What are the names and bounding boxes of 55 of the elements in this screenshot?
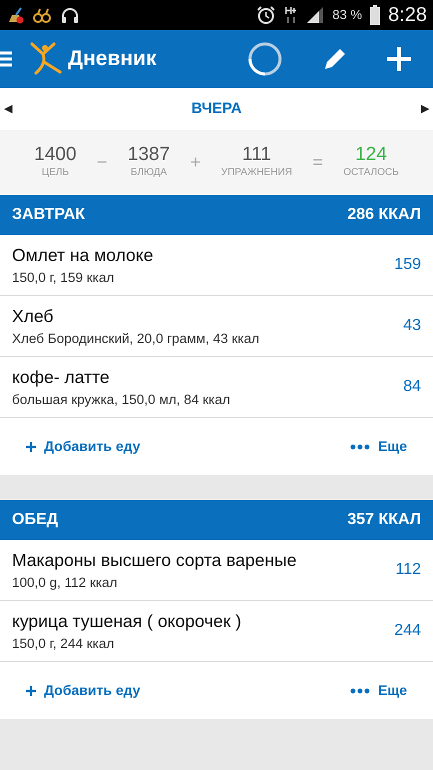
calorie-label: УПРАЖНЕНИЯ bbox=[221, 166, 292, 180]
food-name[interactable]: Хлеб bbox=[12, 302, 260, 329]
more-icon bbox=[350, 688, 370, 694]
calorie-label: БЛЮДА bbox=[130, 166, 167, 180]
food-name[interactable]: Макароны высшего сорта вареные bbox=[12, 546, 297, 573]
calorie-label: ОСТАЛОСЬ bbox=[343, 166, 399, 180]
meal-total: 286 ККАЛ bbox=[347, 205, 421, 225]
battery-icon bbox=[370, 5, 380, 25]
add-icon[interactable] bbox=[387, 47, 411, 71]
battery-percent: 83 % bbox=[332, 6, 362, 24]
add-food-button[interactable]: Добавить еду bbox=[44, 680, 140, 701]
food-calories: 244 bbox=[394, 621, 421, 641]
meal-title: ОБЕД bbox=[12, 510, 58, 530]
glasses-icon bbox=[32, 6, 52, 24]
food-name[interactable]: курица тушеная ( окорочек ) bbox=[12, 608, 242, 634]
food-detail: 150,0 г, 244 ккал bbox=[12, 635, 116, 653]
broom-icon bbox=[6, 6, 24, 24]
next-day-button[interactable]: ▶ bbox=[420, 100, 429, 118]
food-name[interactable]: Омлет на молоке bbox=[12, 242, 154, 268]
plus-icon bbox=[26, 686, 36, 696]
edit-icon[interactable] bbox=[323, 47, 347, 71]
more-icon bbox=[350, 444, 370, 450]
previous-day-button[interactable]: ◀ bbox=[4, 100, 12, 118]
app-title: Дневник bbox=[68, 46, 156, 72]
meal-total: 357 ККАЛ bbox=[347, 510, 421, 530]
food-calories: 112 bbox=[395, 560, 421, 580]
food-detail: Хлеб Бородинский, 20,0 грамм, 43 ккал bbox=[12, 330, 260, 348]
food-name[interactable]: кофе- латте bbox=[12, 364, 230, 390]
add-food-button[interactable]: Добавить еду bbox=[44, 436, 140, 457]
food-detail: 100,0 g, 112 ккал bbox=[12, 574, 118, 592]
operator-sign: = bbox=[312, 151, 323, 174]
loading-spinner-icon bbox=[247, 41, 283, 77]
signal-icon bbox=[306, 6, 324, 24]
plus-icon bbox=[26, 442, 36, 452]
menu-icon[interactable] bbox=[0, 50, 12, 68]
network-icon bbox=[284, 5, 298, 25]
calorie-value: 1387 bbox=[128, 144, 170, 166]
operator-sign: + bbox=[190, 151, 201, 174]
calorie-value: 1400 bbox=[34, 144, 76, 166]
status-time: 8:28 bbox=[388, 3, 427, 28]
food-calories: 159 bbox=[394, 255, 421, 275]
food-detail: большая кружка, 150,0 мл, 84 ккал bbox=[12, 391, 230, 409]
calorie-label: ЦЕЛЬ bbox=[42, 166, 69, 180]
food-calories: 84 bbox=[403, 377, 421, 397]
remaining-calories: 124 bbox=[355, 144, 387, 166]
food-calories: 43 bbox=[403, 316, 421, 336]
date-label: ВЧЕРА bbox=[191, 98, 242, 119]
operator-sign: − bbox=[96, 151, 108, 174]
alarm-icon bbox=[256, 5, 276, 25]
food-detail: 150,0 г, 159 ккал bbox=[12, 269, 116, 287]
more-button[interactable]: Еще bbox=[378, 680, 407, 701]
meal-title: ЗАВТРАК bbox=[12, 205, 85, 225]
more-button[interactable]: Еще bbox=[378, 436, 407, 457]
calorie-value: 111 bbox=[242, 144, 272, 166]
headphones-icon bbox=[60, 6, 80, 24]
